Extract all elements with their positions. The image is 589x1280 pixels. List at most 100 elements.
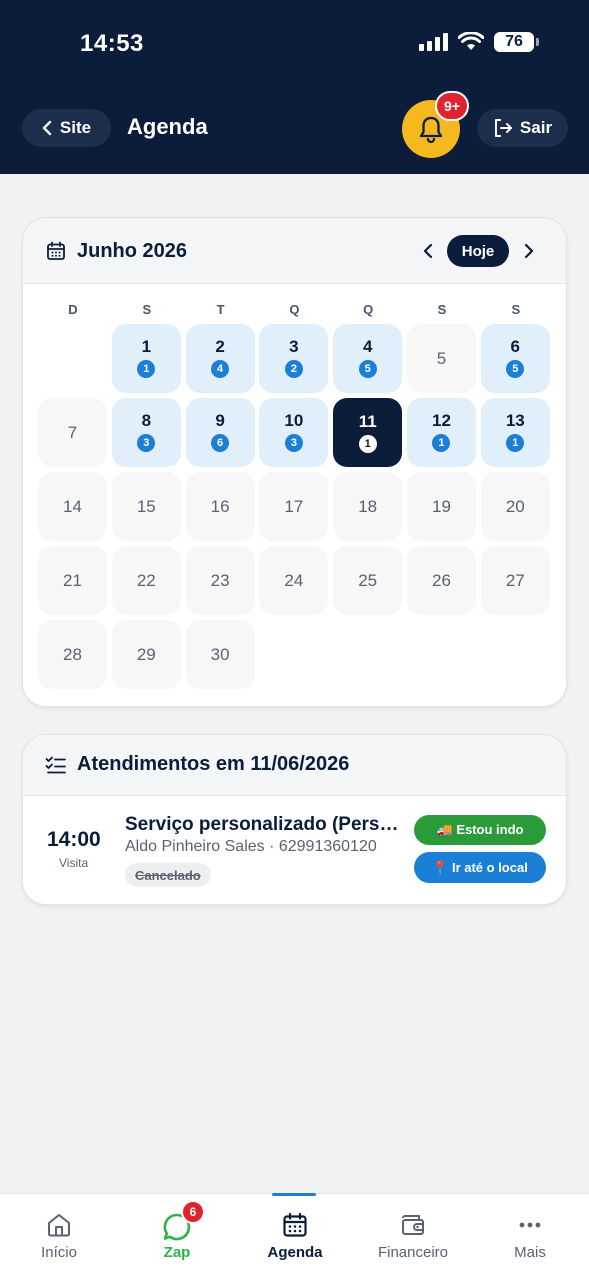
calendar-day[interactable]: 22: [111, 546, 181, 615]
event-count-badge: 1: [506, 434, 525, 452]
calendar-day[interactable]: 25: [333, 546, 403, 615]
nav-item-financeiro[interactable]: Financeiro: [354, 1194, 472, 1280]
nav-label-mais: Mais: [514, 1244, 546, 1261]
logout-icon: [494, 119, 512, 137]
back-to-site-button[interactable]: Site: [22, 109, 111, 147]
weekday-label: S: [142, 302, 152, 317]
calendar-day[interactable]: 45: [333, 324, 403, 393]
day-number: 11: [358, 412, 377, 431]
calendar-day[interactable]: 16: [185, 472, 255, 541]
calendar-day[interactable]: 14: [38, 472, 107, 541]
day-number: 7: [67, 422, 78, 442]
calendar-day[interactable]: 30: [185, 620, 255, 689]
appointment-kind: Visita: [59, 856, 89, 870]
weekday-label: S: [437, 302, 447, 317]
battery-indicator: 76: [494, 32, 539, 52]
day-number: 28: [63, 644, 82, 664]
event-count-badge: 4: [211, 360, 230, 378]
calendar-day[interactable]: 20: [480, 472, 550, 541]
calendar-day[interactable]: 29: [111, 620, 181, 689]
calendar-day[interactable]: 24: [185, 324, 255, 393]
calendar-days-grid: 1 1 2 4 3 2 4 5 5 6 5 7 8 3 9 6 10 3 11 1 12 1 13 1 14 15 16 17 18 19…: [38, 324, 554, 689]
day-number: 20: [505, 496, 525, 516]
day-number: 17: [284, 496, 304, 516]
day-number: 16: [210, 496, 230, 516]
appointments-header: Atendimentos em 11/06/2026: [23, 735, 566, 796]
appointments-title: Atendimentos em 11/06/2026: [77, 753, 350, 775]
home-icon: [48, 1214, 70, 1237]
day-number: 4: [362, 337, 373, 356]
go-to-location-button[interactable]: 📍 Ir até o local: [414, 852, 546, 883]
day-number: 2: [215, 337, 225, 356]
calendar-day[interactable]: 21: [38, 546, 107, 615]
day-number: 14: [63, 496, 82, 516]
day-number: 15: [136, 496, 156, 516]
calendar-day[interactable]: 96: [185, 398, 255, 467]
nav-label-financeiro: Financeiro: [377, 1244, 449, 1261]
status-time: 14:53: [80, 30, 144, 57]
next-month-button[interactable]: [517, 238, 541, 264]
weekday-label: T: [216, 302, 225, 317]
status-icons: 76: [419, 32, 539, 52]
event-count-badge: 2: [284, 360, 303, 378]
day-number: 29: [136, 644, 156, 664]
more-icon: [519, 1222, 541, 1228]
nav-label-agenda: Agenda: [267, 1244, 323, 1261]
day-number: 9: [215, 411, 225, 430]
appointment-item[interactable]: 14:00 Visita Serviço personalizado (Pers…: [23, 796, 566, 904]
calendar-card: Junho 2026 Hoje DSTQQSS 1124324556578396…: [22, 217, 567, 707]
day-number: 8: [141, 411, 152, 430]
zap-badge: 6: [181, 1200, 205, 1224]
calendar-day[interactable]: 5: [406, 324, 476, 393]
wallet-icon: [402, 1215, 424, 1235]
calendar-day[interactable]: 26: [406, 546, 476, 615]
weekday-label: S: [511, 302, 521, 317]
event-count-badge: 3: [137, 434, 156, 452]
calendar-day[interactable]: 23: [185, 546, 255, 615]
calendar-day[interactable]: 18: [333, 472, 403, 541]
calendar-icon: [283, 1212, 307, 1237]
nav-item-inicio[interactable]: Início: [0, 1194, 118, 1280]
notification-badge: 9+: [435, 91, 469, 121]
day-number: 23: [210, 570, 230, 590]
calendar-day[interactable]: 24: [259, 546, 329, 615]
checklist-icon: [45, 756, 66, 774]
day-number: 5: [436, 348, 447, 368]
previous-month-button[interactable]: [416, 238, 440, 264]
weekday-label: Q: [289, 302, 300, 317]
status-badge: Cancelado: [125, 863, 211, 887]
calendar-day[interactable]: 83: [111, 398, 181, 467]
calendar-day[interactable]: 28: [38, 620, 107, 689]
bell-icon: [419, 116, 443, 143]
calendar-day[interactable]: 27: [480, 546, 550, 615]
today-button[interactable]: Hoje: [447, 235, 509, 267]
signal-icon: [419, 33, 448, 51]
nav-item-mais[interactable]: Mais: [471, 1194, 589, 1280]
calendar-day[interactable]: 13 1: [480, 398, 550, 467]
nav-label-inicio: Início: [41, 1244, 77, 1261]
event-count-badge: 1: [137, 360, 156, 378]
day-number: 12: [432, 411, 451, 430]
calendar-day[interactable]: 7: [38, 398, 107, 467]
weekday-label: Q: [363, 302, 374, 317]
day-number: 10: [284, 411, 304, 430]
wifi-icon: [458, 32, 484, 50]
weekday-label: D: [68, 302, 78, 317]
calendar-day[interactable]: 10 3: [259, 398, 329, 467]
calendar-day[interactable]: 65: [480, 324, 550, 393]
calendar-day[interactable]: 19: [406, 472, 476, 541]
logout-button[interactable]: Sair: [477, 109, 568, 147]
calendar-day[interactable]: 32: [259, 324, 329, 393]
nav-item-zap[interactable]: Zap: [118, 1194, 236, 1280]
on-my-way-button[interactable]: 🚚 Estou indo: [414, 815, 546, 845]
nav-item-agenda[interactable]: Agenda: [236, 1194, 354, 1280]
event-count-badge: 5: [506, 360, 525, 378]
day-number: 24: [284, 570, 304, 590]
appointment-time: 14:00: [47, 828, 101, 851]
calendar-empty-cell: [38, 324, 107, 393]
calendar-day[interactable]: 11: [111, 324, 181, 393]
calendar-day[interactable]: 15: [111, 472, 181, 541]
calendar-day[interactable]: 11 1: [333, 398, 403, 467]
calendar-day[interactable]: 17: [259, 472, 329, 541]
calendar-day[interactable]: 12 1: [406, 398, 476, 467]
